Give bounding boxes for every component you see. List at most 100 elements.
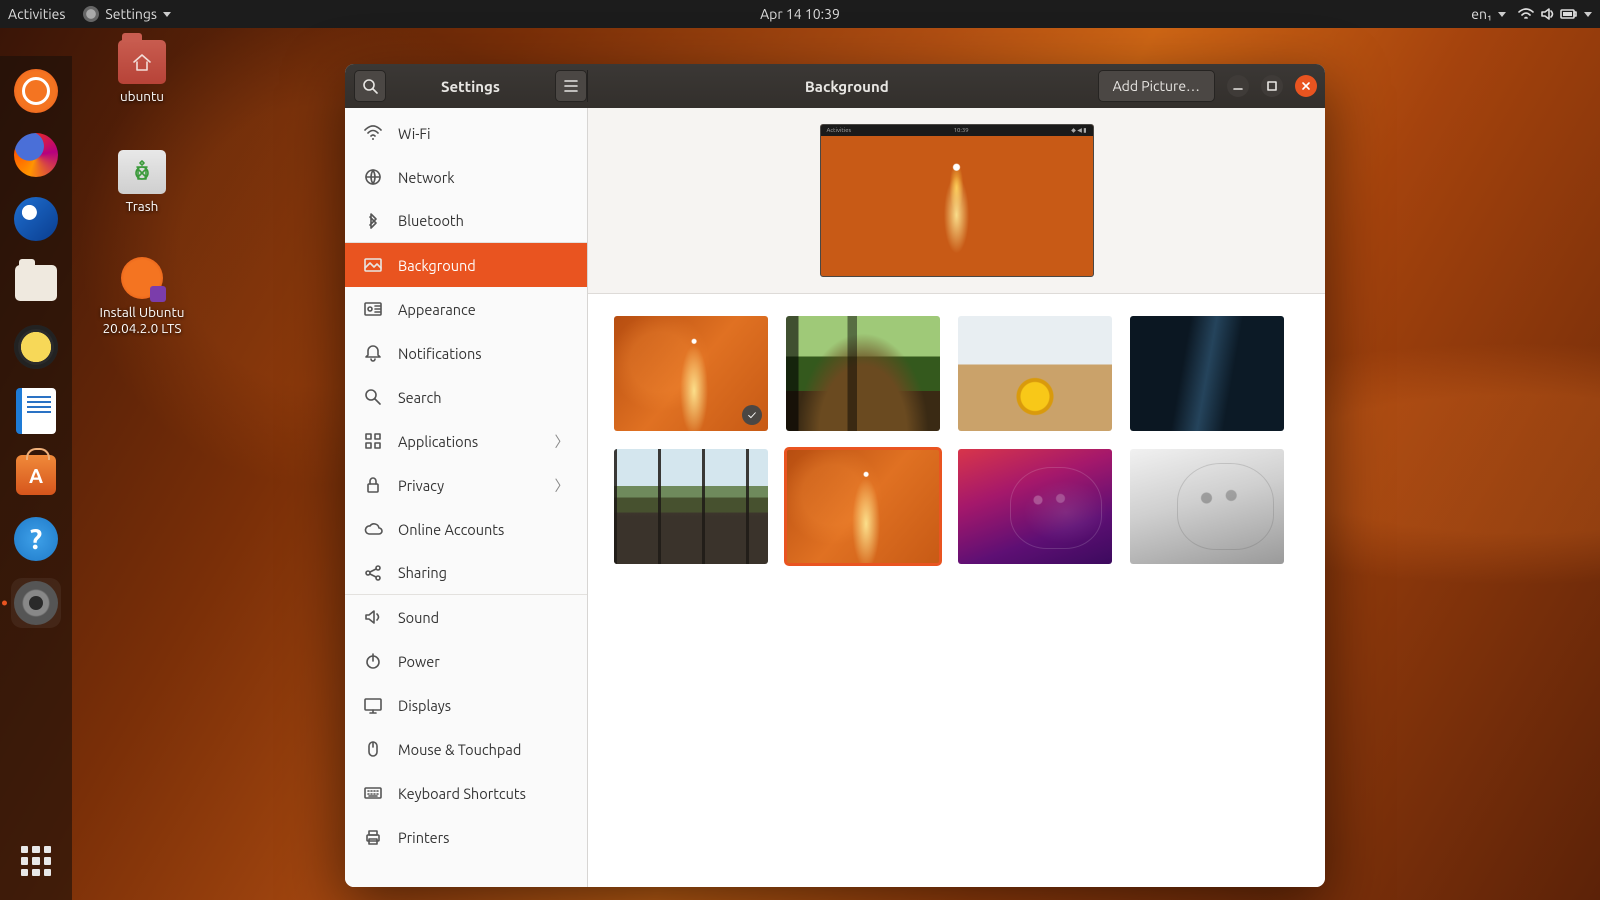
sidebar-item-label: Privacy <box>398 477 444 494</box>
sidebar-item-label: Printers <box>398 829 449 846</box>
sidebar-item-sound[interactable]: Sound <box>345 595 587 639</box>
wallpaper-thumb-cat-grey[interactable] <box>1130 449 1284 564</box>
window-close-button[interactable] <box>1295 75 1317 97</box>
writer-icon <box>16 388 56 434</box>
files-icon <box>15 265 57 301</box>
add-picture-button[interactable]: Add Picture… <box>1098 70 1215 102</box>
sidebar-item-displays[interactable]: Displays <box>345 683 587 727</box>
battery-icon <box>1560 8 1578 20</box>
display-icon <box>363 695 383 715</box>
desktop-icon-installer[interactable]: Install Ubuntu 20.04.2.0 LTS <box>78 256 206 336</box>
chevron-right-icon: 〉 <box>555 431 570 452</box>
current-background-preview: Activities 10:39 ◆ ◀ ▮ <box>588 108 1325 294</box>
input-source-label: en₁ <box>1471 6 1492 22</box>
system-status-area[interactable] <box>1518 7 1592 21</box>
activities-button[interactable]: Activities <box>8 6 65 22</box>
search-button[interactable] <box>354 70 386 102</box>
sidebar-item-label: Displays <box>398 697 451 714</box>
input-source-indicator[interactable]: en₁ <box>1471 6 1506 22</box>
sidebar-item-printers[interactable]: Printers <box>345 815 587 859</box>
sidebar-item-bluetooth[interactable]: Bluetooth <box>345 199 587 243</box>
sidebar-item-network[interactable]: Network <box>345 155 587 199</box>
lock-icon <box>363 475 383 495</box>
sidebar-item-label: Wi-Fi <box>398 125 431 142</box>
dock-settings[interactable] <box>11 578 61 628</box>
bell-icon <box>363 343 383 363</box>
wallpaper-thumb-desk[interactable] <box>958 316 1112 431</box>
preview-activities: Activities <box>827 127 852 134</box>
firefox-icon <box>14 133 58 177</box>
sidebar-item-search[interactable]: Search <box>345 375 587 419</box>
wallpaper-thumb-forest[interactable] <box>786 316 940 431</box>
sidebar-item-keyboard[interactable]: Keyboard Shortcuts <box>345 771 587 815</box>
sidebar-item-applications[interactable]: Applications〉 <box>345 419 587 463</box>
titlebar[interactable]: Settings Background Add Picture… <box>345 64 1325 108</box>
ubuntu-logo-icon <box>14 69 58 113</box>
apps-grid-icon <box>21 846 51 876</box>
wifi-icon <box>363 123 383 143</box>
wallpaper-thumb-cat-purple[interactable] <box>958 449 1112 564</box>
show-applications[interactable] <box>11 836 61 886</box>
dock-rhythmbox[interactable] <box>11 322 61 372</box>
monitor-preview[interactable]: Activities 10:39 ◆ ◀ ▮ <box>820 124 1094 277</box>
app-title: Settings <box>394 78 547 95</box>
window-maximize-button[interactable] <box>1261 75 1283 97</box>
sidebar-item-notifications[interactable]: Notifications <box>345 331 587 375</box>
wallpaper-thumb-bridge[interactable] <box>614 449 768 564</box>
desktop[interactable]: ? ubuntu Trash Install Ubuntu 20.04.2.0 … <box>0 28 1600 900</box>
chevron-right-icon: 〉 <box>555 475 570 496</box>
power-icon <box>363 651 383 671</box>
dock-firefox[interactable] <box>11 130 61 180</box>
volume-icon <box>1540 7 1554 21</box>
clock[interactable]: Apr 14 10:39 <box>760 6 840 22</box>
window-minimize-button[interactable] <box>1227 75 1249 97</box>
dock-files[interactable] <box>11 258 61 308</box>
sidebar-item-online[interactable]: Online Accounts <box>345 507 587 551</box>
dock-writer[interactable] <box>11 386 61 436</box>
chevron-down-icon <box>163 12 171 17</box>
printer-icon <box>363 827 383 847</box>
wallpaper-thumb-default2[interactable] <box>786 449 940 564</box>
background-content: Activities 10:39 ◆ ◀ ▮ ✓ <box>588 108 1325 887</box>
home-folder-icon <box>118 40 166 84</box>
sidebar-item-wifi[interactable]: Wi-Fi <box>345 111 587 155</box>
sidebar-item-label: Power <box>398 653 440 670</box>
search-icon <box>362 78 378 94</box>
dock-software[interactable] <box>11 450 61 500</box>
desktop-icon-trash[interactable]: Trash <box>92 150 192 214</box>
apps-icon <box>363 431 383 451</box>
background-icon <box>363 255 383 275</box>
chevron-down-icon <box>1584 12 1592 17</box>
top-panel: Activities Settings Apr 14 10:39 en₁ <box>0 0 1600 28</box>
sidebar-item-power[interactable]: Power <box>345 639 587 683</box>
sidebar-item-appearance[interactable]: Appearance <box>345 287 587 331</box>
sidebar-item-background[interactable]: Background <box>345 243 587 287</box>
dock-thunderbird[interactable] <box>11 194 61 244</box>
dock-dash-ubuntu[interactable] <box>11 66 61 116</box>
preview-status-icons: ◆ ◀ ▮ <box>1071 127 1086 134</box>
sidebar-item-label: Keyboard Shortcuts <box>398 785 526 802</box>
sidebar-item-label: Background <box>398 257 476 274</box>
sidebar-item-label: Mouse & Touchpad <box>398 741 521 758</box>
preview-top-bar: Activities 10:39 ◆ ◀ ▮ <box>821 125 1093 136</box>
sidebar-item-label: Network <box>398 169 455 186</box>
dock: ? <box>0 56 72 900</box>
gear-icon <box>14 581 58 625</box>
page-title: Background <box>596 78 1098 95</box>
gear-icon <box>83 6 99 22</box>
hamburger-menu-button[interactable] <box>555 70 587 102</box>
desktop-icon-label: ubuntu <box>92 88 192 104</box>
wallpaper-thumb-default[interactable]: ✓ <box>614 316 768 431</box>
maximize-icon <box>1266 80 1278 92</box>
app-menu[interactable]: Settings <box>83 6 171 22</box>
sidebar-item-sharing[interactable]: Sharing <box>345 551 587 595</box>
preview-clock: 10:39 <box>954 127 969 134</box>
settings-window: Settings Background Add Picture… Wi-Fi Ne… <box>345 64 1325 887</box>
dock-help[interactable]: ? <box>11 514 61 564</box>
desktop-icon-home[interactable]: ubuntu <box>92 40 192 104</box>
sidebar-item-mouse[interactable]: Mouse & Touchpad <box>345 727 587 771</box>
sidebar-item-privacy[interactable]: Privacy 〉 <box>345 463 587 507</box>
selected-check-icon: ✓ <box>742 405 762 425</box>
wallpaper-thumb-subway[interactable] <box>1130 316 1284 431</box>
thunderbird-icon <box>14 197 58 241</box>
